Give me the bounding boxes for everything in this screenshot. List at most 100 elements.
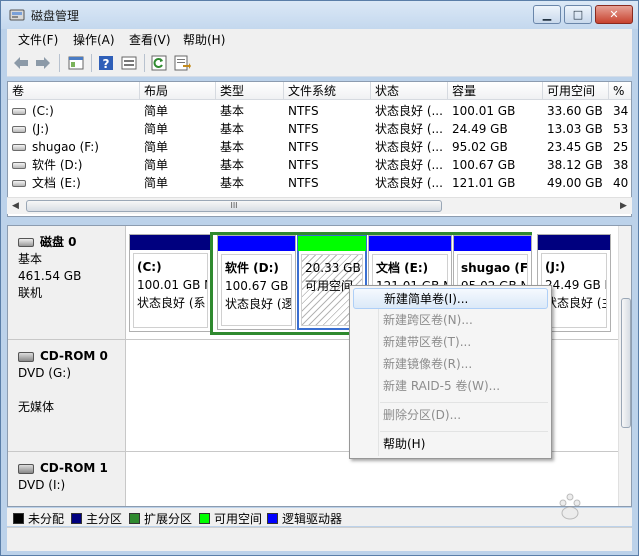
disk-status: 联机 bbox=[18, 286, 43, 300]
cdrom-0-label[interactable]: CD-ROM 0 DVD (G:) 无媒体 bbox=[8, 340, 126, 451]
legend-item: 逻辑驱动器 bbox=[267, 510, 342, 527]
partition-size: 20.33 GB bbox=[305, 261, 361, 275]
back-arrow-icon[interactable] bbox=[12, 54, 30, 72]
maximize-button[interactable]: □ bbox=[564, 5, 592, 24]
column-header-percent[interactable]: % bbox=[609, 82, 631, 100]
free-space-bar bbox=[298, 236, 366, 251]
cell-layout: 简单 bbox=[144, 104, 169, 118]
primary-partition-bar bbox=[130, 235, 211, 250]
primary-partition-bar bbox=[538, 235, 610, 250]
column-header-filesystem[interactable]: 文件系统 bbox=[284, 82, 371, 100]
table-row[interactable]: 文档 (E:) 简单 基本 NTFS 状态良好 (... 121.01 GB 4… bbox=[8, 174, 631, 192]
cdrom-1-label[interactable]: CD-ROM 1 DVD (I:) bbox=[8, 452, 126, 506]
cell-free-space: 38.12 GB bbox=[547, 158, 603, 172]
horizontal-scrollbar[interactable]: ◀ III ▶ bbox=[7, 197, 632, 214]
cell-type: 基本 bbox=[220, 158, 245, 172]
cdrom-icon bbox=[18, 351, 34, 362]
menu-file[interactable]: 文件(F) bbox=[18, 31, 58, 48]
menu-action[interactable]: 操作(A) bbox=[73, 31, 115, 48]
window-title: 磁盘管理 bbox=[31, 9, 80, 23]
menu-item-delete-partition[interactable]: 删除分区(D)... bbox=[353, 405, 548, 426]
partition-size: 100.01 GB N bbox=[137, 278, 208, 292]
column-header-volume[interactable]: 卷 bbox=[8, 82, 140, 100]
horizontal-scroll-thumb[interactable]: III bbox=[26, 200, 442, 212]
logical-drive-bar bbox=[369, 236, 451, 251]
vertical-scroll-thumb[interactable] bbox=[621, 298, 631, 428]
drive-icon bbox=[12, 180, 26, 187]
column-header-status[interactable]: 状态 bbox=[371, 82, 448, 100]
column-header-layout[interactable]: 布局 bbox=[140, 82, 216, 100]
menu-help[interactable]: 帮助(H) bbox=[183, 31, 225, 48]
column-header-free-space[interactable]: 可用空间 bbox=[543, 82, 609, 100]
vertical-scrollbar[interactable] bbox=[618, 226, 631, 506]
drive-icon bbox=[12, 162, 26, 169]
cell-filesystem: NTFS bbox=[288, 104, 319, 118]
cell-filesystem: NTFS bbox=[288, 122, 319, 136]
cell-free-space: 49.00 GB bbox=[547, 176, 603, 190]
partition-c[interactable]: (C:) 100.01 GB N 状态良好 (系 bbox=[129, 234, 212, 332]
minimize-button[interactable]: ▁ bbox=[533, 5, 561, 24]
cell-type: 基本 bbox=[220, 104, 245, 118]
disk-0-label[interactable]: 磁盘 0 基本 461.54 GB 联机 bbox=[8, 226, 126, 339]
cell-status: 状态良好 (... bbox=[375, 122, 443, 136]
disk-size: 461.54 GB bbox=[18, 269, 82, 283]
disk-name: CD-ROM 0 bbox=[40, 349, 108, 363]
export-icon[interactable] bbox=[173, 54, 191, 72]
menu-item-new-simple-volume[interactable]: 新建简单卷(I)... bbox=[353, 288, 548, 309]
table-row[interactable]: 软件 (D:) 简单 基本 NTFS 状态良好 (... 100.67 GB 3… bbox=[8, 156, 631, 174]
cell-layout: 简单 bbox=[144, 122, 169, 136]
column-header-capacity[interactable]: 容量 bbox=[448, 82, 543, 100]
forward-arrow-icon[interactable] bbox=[34, 54, 52, 72]
partition-title: shugao (F bbox=[461, 261, 528, 275]
cell-capacity: 24.49 GB bbox=[452, 122, 508, 136]
disk-type: 基本 bbox=[18, 252, 43, 266]
partition-title: 文档 (E:) bbox=[376, 261, 429, 275]
cell-layout: 简单 bbox=[144, 176, 169, 190]
legend-item: 未分配 bbox=[13, 510, 64, 527]
logical-drive-bar bbox=[454, 236, 531, 251]
table-row[interactable]: shugao (F:) 简单 基本 NTFS 状态良好 (... 95.02 G… bbox=[8, 138, 631, 156]
cell-percent: 53 bbox=[613, 122, 629, 136]
menu-item-new-mirrored-volume[interactable]: 新建镜像卷(R)... bbox=[353, 354, 548, 375]
table-row[interactable]: (C:) 简单 基本 NTFS 状态良好 (... 100.01 GB 33.6… bbox=[8, 102, 631, 120]
partition-d[interactable]: 软件 (D:) 100.67 GB 状态良好 (逻 bbox=[217, 235, 296, 330]
menu-item-new-spanned-volume[interactable]: 新建跨区卷(N)... bbox=[353, 310, 548, 331]
cell-type: 基本 bbox=[220, 176, 245, 190]
menu-bar: 文件(F) 操作(A) 查看(V) 帮助(H) bbox=[7, 29, 632, 49]
cell-status: 状态良好 (... bbox=[375, 140, 443, 154]
toolbar: ? bbox=[7, 49, 632, 77]
console-tree-icon[interactable] bbox=[67, 54, 85, 72]
partition-status: 状态良好 (系 bbox=[137, 296, 206, 310]
cell-layout: 简单 bbox=[144, 140, 169, 154]
scroll-right-icon[interactable]: ▶ bbox=[615, 198, 632, 215]
cell-percent: 25 bbox=[613, 140, 629, 154]
disk-name: CD-ROM 1 bbox=[40, 461, 108, 475]
partition-title: 软件 (D:) bbox=[225, 261, 279, 275]
context-menu: 新建简单卷(I)... 新建跨区卷(N)... 新建带区卷(T)... 新建镜像… bbox=[349, 285, 552, 459]
cell-type: 基本 bbox=[220, 140, 245, 154]
cell-layout: 简单 bbox=[144, 158, 169, 172]
cell-capacity: 95.02 GB bbox=[452, 140, 508, 154]
menu-item-help[interactable]: 帮助(H) bbox=[353, 434, 548, 455]
partition-size: 24.49 GB N bbox=[545, 278, 607, 292]
partition-size: 100.67 GB bbox=[225, 279, 289, 293]
menu-view[interactable]: 查看(V) bbox=[129, 31, 171, 48]
scroll-left-icon[interactable]: ◀ bbox=[7, 198, 24, 215]
column-header-type[interactable]: 类型 bbox=[216, 82, 284, 100]
menu-item-new-raid5-volume[interactable]: 新建 RAID-5 卷(W)... bbox=[353, 376, 548, 397]
cell-volume: (J:) bbox=[32, 122, 49, 136]
menu-item-new-striped-volume[interactable]: 新建带区卷(T)... bbox=[353, 332, 548, 353]
cell-free-space: 33.60 GB bbox=[547, 104, 603, 118]
partition-status: 状态良好 (主 bbox=[545, 296, 607, 310]
cell-capacity: 100.67 GB bbox=[452, 158, 516, 172]
disk-type: DVD (G:) bbox=[18, 366, 71, 380]
close-button[interactable]: ✕ bbox=[595, 5, 633, 24]
legend-item: 扩展分区 bbox=[129, 510, 192, 527]
cdrom-icon bbox=[18, 463, 34, 474]
drive-icon bbox=[12, 144, 26, 151]
properties-icon[interactable] bbox=[120, 54, 138, 72]
refresh-icon[interactable] bbox=[150, 54, 168, 72]
table-row[interactable]: (J:) 简单 基本 NTFS 状态良好 (... 24.49 GB 13.03… bbox=[8, 120, 631, 138]
title-bar: 磁盘管理 ▁ □ ✕ bbox=[1, 1, 638, 29]
help-icon[interactable]: ? bbox=[97, 54, 115, 72]
